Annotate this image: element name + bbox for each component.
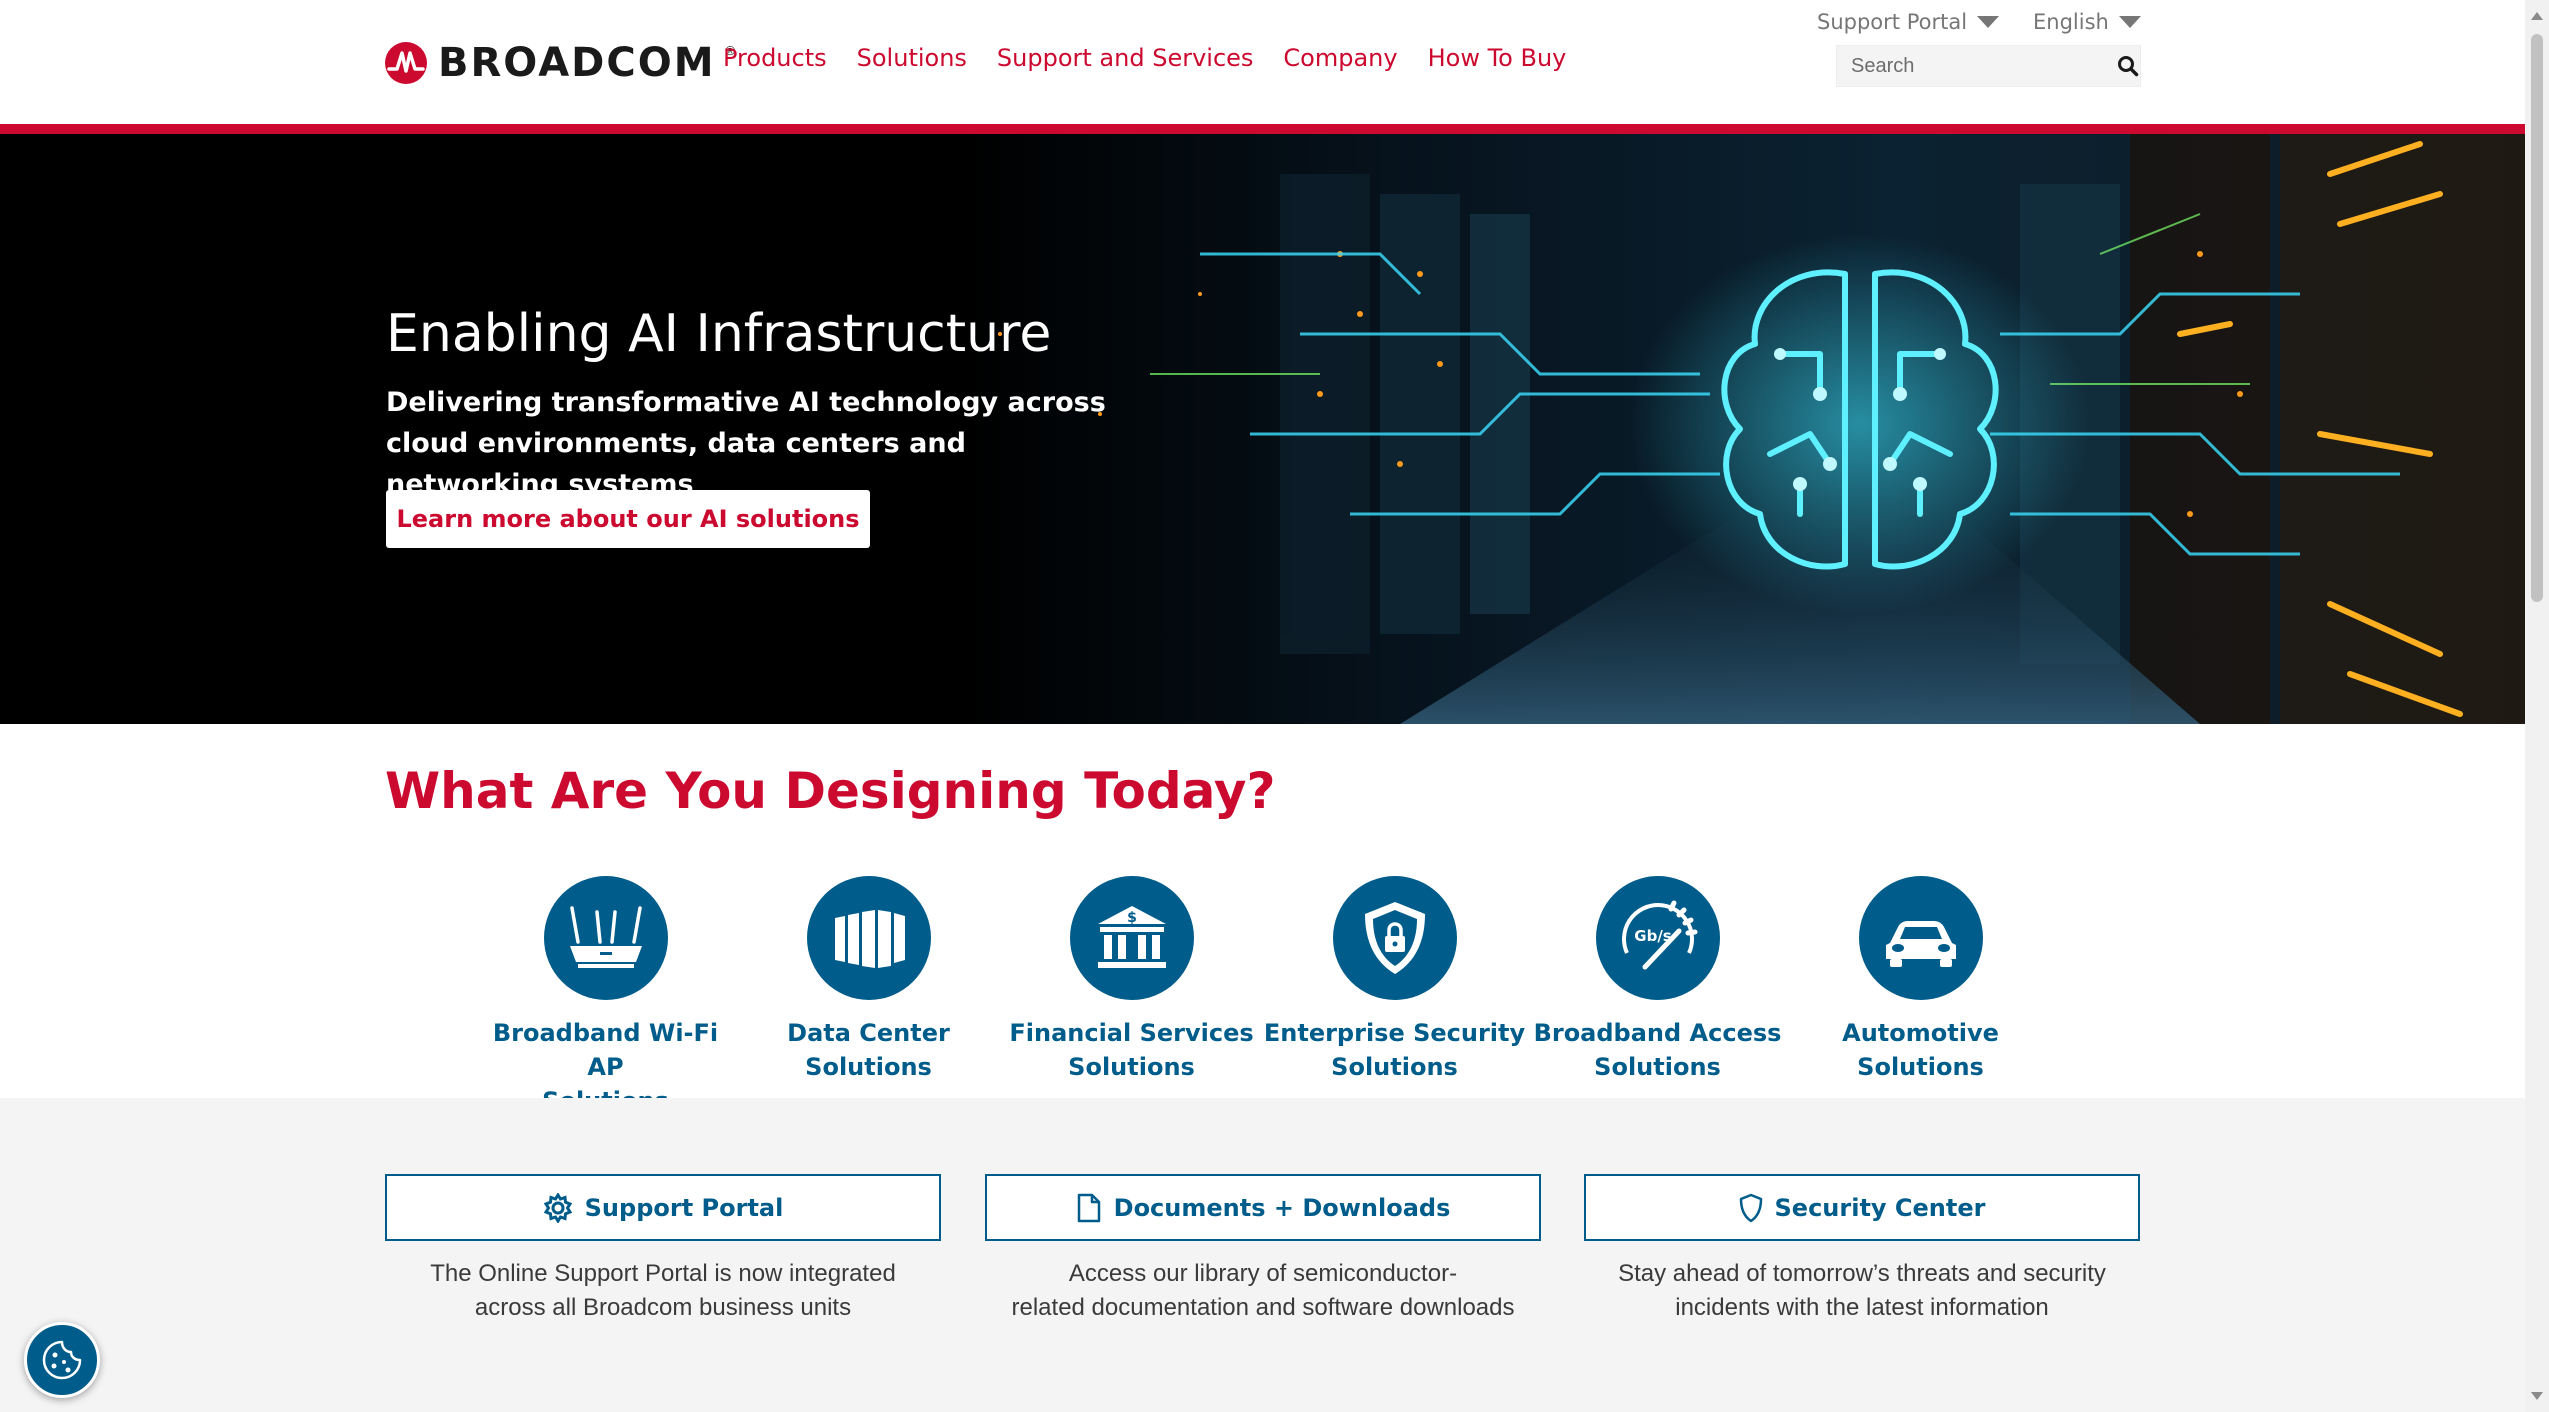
solution-label-line1: Data Center [787,1019,950,1047]
support-portal-button[interactable]: Support Portal [385,1174,941,1241]
shield-icon [1739,1193,1762,1222]
solution-broadband-access[interactable]: Gb/s Broadband Access Solutions [1526,876,1789,1118]
wifi-router-icon [543,876,668,1000]
gear-icon [543,1192,572,1223]
solution-label: Data Center Solutions [737,1016,1000,1084]
page: BROADCOM ® Products Solutions Support an… [0,0,2549,1412]
search-box [1836,45,2141,87]
broadcom-logo-icon [385,42,427,84]
solution-label: Enterprise Security Solutions [1263,1016,1526,1084]
description-line: incidents with the latest information [1675,1294,2049,1321]
security-center-button[interactable]: Security Center [1584,1174,2140,1241]
nav-solutions[interactable]: Solutions [857,44,967,72]
search-button[interactable] [2116,46,2140,86]
broadcom-logo[interactable]: BROADCOM ® [384,39,735,87]
nav-products[interactable]: Products [723,44,827,72]
solution-label: Automotive Solutions [1789,1016,2052,1084]
scrollbar-thumb[interactable] [2531,34,2543,602]
solution-enterprise-security[interactable]: Enterprise Security Solutions [1263,876,1526,1118]
svg-text:$: $ [1127,910,1137,926]
nav-support-and-services[interactable]: Support and Services [997,44,1254,72]
description-line: Access our library of semiconductor- [1068,1260,1458,1287]
support-portal-description: The Online Support Portal is now integra… [385,1257,941,1325]
description-line: Stay ahead of tomorrow’s threats and sec… [1618,1260,2106,1287]
support-portal-dropdown[interactable]: Support Portal [1817,10,2000,34]
solution-label-line2: Solutions [1857,1053,1984,1081]
shield-lock-icon [1332,876,1457,1000]
solution-label-line2: Solutions [805,1053,932,1081]
solution-label: Broadband Access Solutions [1526,1016,1789,1084]
hero-banner: Enabling AI Infrastructure Delivering tr… [0,134,2525,724]
documents-downloads-button[interactable]: Documents + Downloads [985,1174,1541,1241]
documents-downloads-button-label: Documents + Downloads [1113,1193,1451,1222]
support-portal-button-label: Support Portal [584,1193,784,1222]
description-line: related documentation and software downl… [1011,1294,1515,1321]
main-nav: Products Solutions Support and Services … [723,44,1566,72]
solution-label-line1: Broadband Access [1533,1019,1782,1047]
documents-downloads-card: Documents + Downloads Access our library… [985,1174,1541,1325]
language-label: English [2033,10,2109,34]
nav-company[interactable]: Company [1283,44,1397,72]
designing-section-title: What Are You Designing Today? [385,762,1276,820]
car-icon [1858,876,1983,1000]
solution-financial-services[interactable]: $ Financial Services Solutions [1000,876,1263,1118]
document-icon [1077,1193,1100,1222]
hero-ai-brain-image [0,134,2525,724]
page-scrollbar[interactable] [2525,0,2549,1412]
nav-how-to-buy[interactable]: How To Buy [1428,44,1567,72]
language-dropdown[interactable]: English [2033,10,2141,34]
solution-automotive[interactable]: Automotive Solutions [1789,876,2052,1118]
server-rack-icon [806,876,931,1000]
bank-icon: $ [1069,876,1194,1000]
solution-label: Financial Services Solutions [1000,1016,1263,1084]
hero-title: Enabling AI Infrastructure [386,304,1052,364]
support-portal-label: Support Portal [1817,10,1968,34]
speedometer-icon: Gb/s [1595,876,1720,1000]
solution-label-line1: Financial Services [1009,1019,1254,1047]
hero-subtitle: Delivering transformative AI technology … [386,387,1106,500]
header-accent-bar [0,124,2525,134]
solution-label-line2: Solutions [1594,1053,1721,1081]
description-line: The Online Support Portal is now integra… [430,1260,896,1287]
solution-broadband-wifi-ap[interactable]: Broadband Wi-Fi AP Solutions [474,876,737,1118]
solution-data-center[interactable]: Data Center Solutions [737,876,1000,1118]
security-center-card: Security Center Stay ahead of tomorrow’s… [1584,1174,2140,1325]
documents-downloads-description: Access our library of semiconductor- rel… [985,1257,1541,1325]
solution-label-line1: Enterprise Security [1263,1019,1526,1047]
logo-wordmark: BROADCOM [438,40,716,86]
search-icon [2118,56,2139,77]
solutions-list: Broadband Wi-Fi AP Solutions Data Ce [474,876,2052,1118]
solution-label-line2: Solutions [1331,1053,1458,1081]
site-header: BROADCOM ® Products Solutions Support an… [0,0,2525,124]
chevron-down-icon [2118,16,2141,28]
solution-label-line1: Automotive [1842,1019,1999,1047]
solution-label-line2: Solutions [1068,1053,1195,1081]
search-input[interactable] [1851,46,2116,86]
scroll-down-arrow-icon[interactable] [2531,1392,2543,1400]
learn-more-ai-button[interactable]: Learn more about our AI solutions [386,490,870,548]
cookie-icon [42,1340,82,1380]
cookie-settings-button[interactable] [24,1322,100,1398]
description-line: across all Broadcom business units [474,1294,852,1321]
chevron-down-icon [1977,16,2000,28]
support-portal-card: Support Portal The Online Support Portal… [385,1174,941,1325]
solution-label-line1: Broadband Wi-Fi AP [492,1019,719,1081]
security-center-description: Stay ahead of tomorrow’s threats and sec… [1584,1257,2140,1325]
scroll-up-arrow-icon[interactable] [2531,12,2543,20]
security-center-button-label: Security Center [1774,1193,1986,1222]
